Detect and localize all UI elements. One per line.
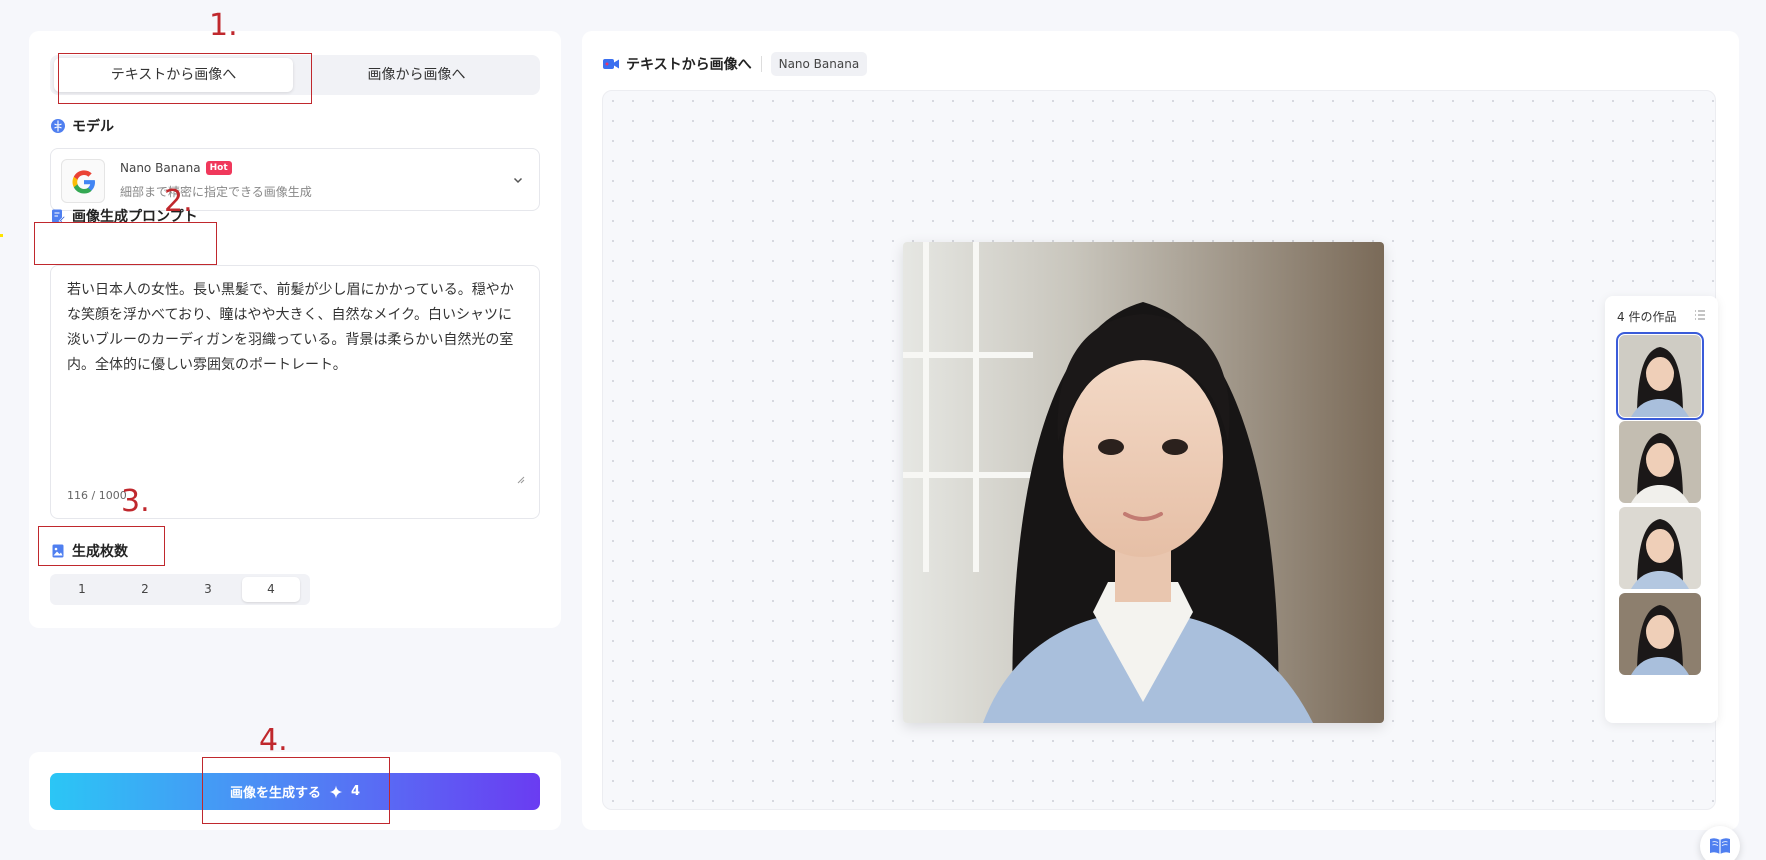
work-thumbnail-4[interactable] (1619, 593, 1701, 675)
count-option-4[interactable]: 4 (242, 577, 300, 602)
header-divider (760, 56, 762, 72)
hot-badge: Hot (205, 161, 232, 175)
model-name: Nano Banana (120, 161, 201, 175)
work-thumbnail-3[interactable] (1619, 507, 1701, 589)
prompt-text[interactable]: 若い日本人の女性。長い黒髪で、前髪が少し眉にかかっている。穏やかな笑顔を浮かべて… (67, 278, 525, 378)
model-description: 細部まで精密に指定できる画像生成 (120, 185, 312, 199)
annotation-number-1: 1. (209, 8, 238, 43)
annotation-box-4 (202, 757, 390, 824)
tab-image-to-image[interactable]: 画像から画像へ (297, 58, 536, 92)
preview-title: テキストから画像へ (626, 57, 752, 73)
preview-header: テキストから画像へ Nano Banana (602, 51, 868, 77)
count-option-2[interactable]: 2 (116, 577, 174, 602)
list-view-icon[interactable] (1694, 309, 1706, 321)
model-section-label: モデル (72, 119, 114, 135)
preview-canvas: 4 件の作品 (602, 90, 1740, 860)
brain-icon (51, 119, 65, 133)
chevron-down-icon[interactable] (511, 173, 525, 187)
annotation-box-3 (38, 526, 165, 566)
annotation-box-1 (58, 53, 312, 104)
model-section-title: モデル (50, 116, 114, 136)
prompt-textarea[interactable]: 若い日本人の女性。長い黒髪で、前髪が少し眉にかかっている。穏やかな笑顔を浮かべて… (50, 265, 540, 519)
count-option-1[interactable]: 1 (53, 577, 111, 602)
video-camera-icon (603, 59, 619, 69)
model-selector[interactable]: Nano Banana Hot 細部まで精密に指定できる画像生成 (50, 148, 540, 211)
char-count: 116 / 1000 (67, 489, 127, 502)
annotation-number-4: 4. (259, 723, 288, 758)
annotation-box-2 (34, 222, 217, 265)
model-name-row: Nano Banana Hot (120, 161, 232, 175)
work-thumbnail-1[interactable] (1616, 332, 1704, 420)
annotation-number-3: 3. (121, 484, 150, 519)
count-selector: 1 2 3 4 (50, 574, 310, 605)
help-button[interactable] (1700, 826, 1740, 860)
resize-handle-icon[interactable] (515, 474, 525, 484)
google-logo-icon (61, 159, 105, 203)
work-thumbnail-2[interactable] (1619, 421, 1701, 503)
generated-portrait-image[interactable] (903, 242, 1384, 723)
annotation-number-2: 2. (164, 184, 193, 219)
preview-panel: テキストから画像へ Nano Banana 4 件の作品 (582, 31, 1740, 860)
stray-yellow-mark (0, 234, 3, 237)
model-badge: Nano Banana (770, 52, 868, 76)
works-count-title: 4 件の作品 (1617, 310, 1677, 324)
works-sidebar: 4 件の作品 (1605, 296, 1718, 723)
book-icon (1710, 838, 1730, 854)
count-option-3[interactable]: 3 (179, 577, 237, 602)
